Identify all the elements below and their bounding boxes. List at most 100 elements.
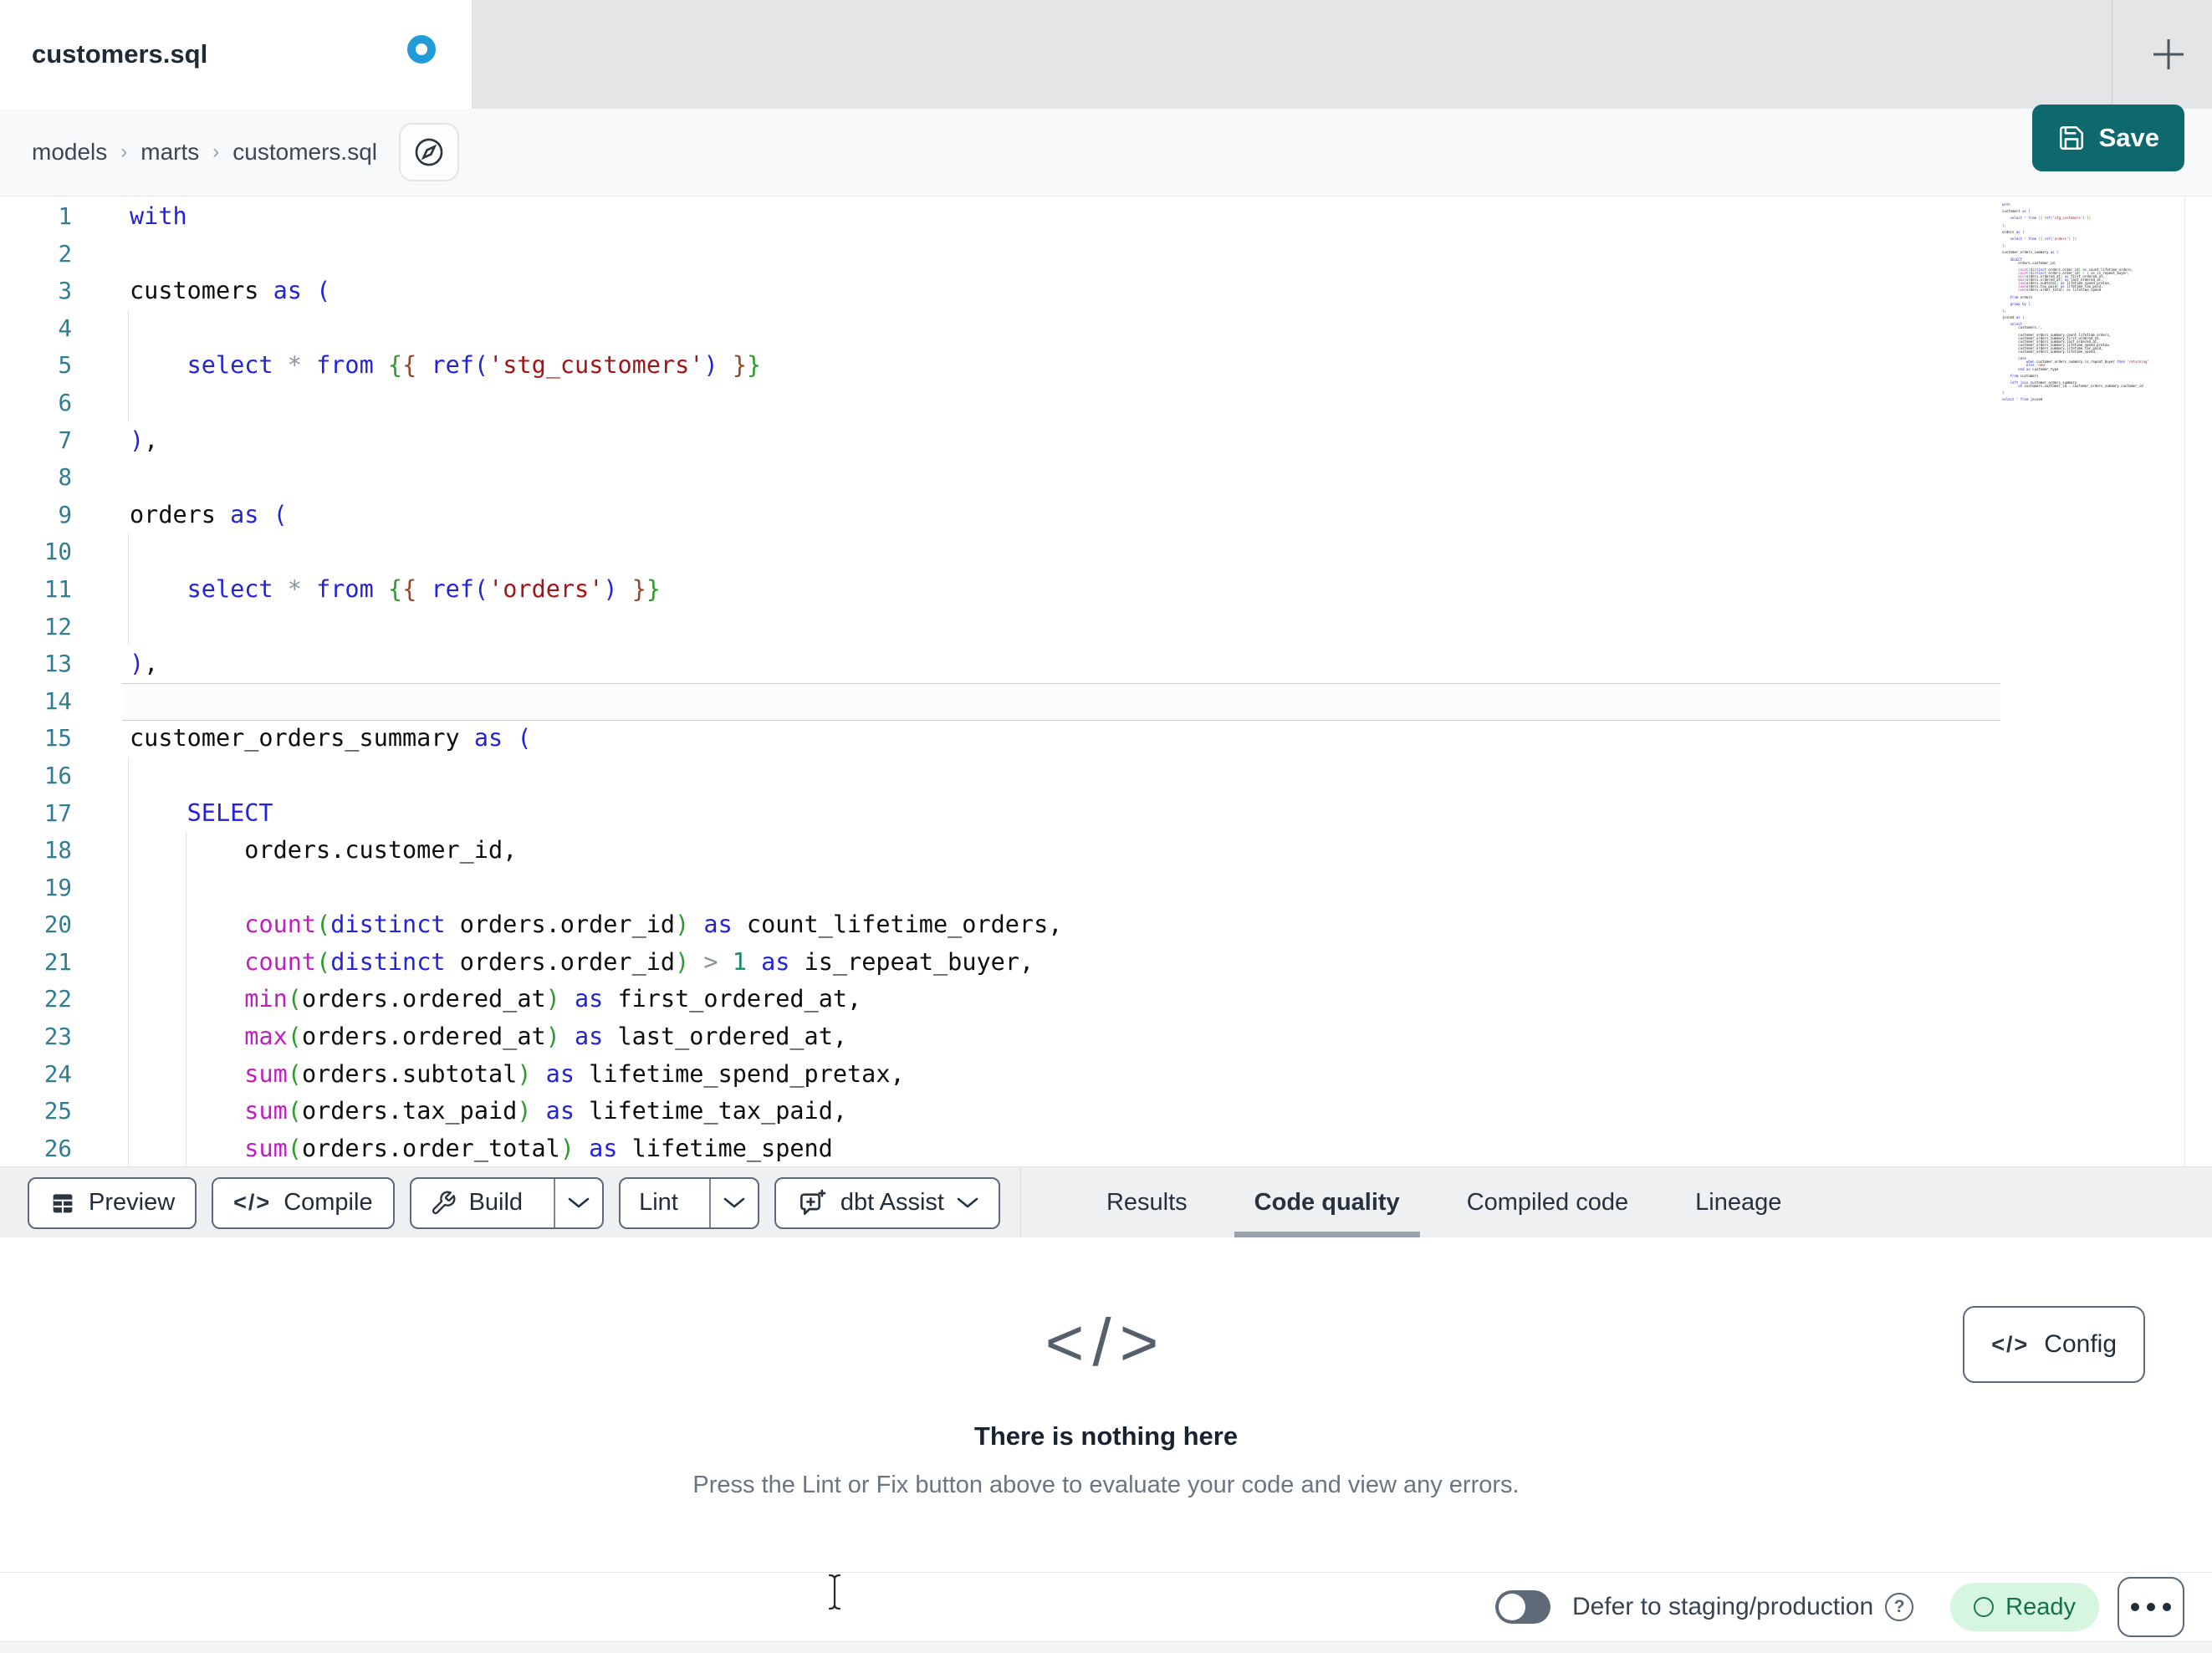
tab-results[interactable]: Results xyxy=(1086,1167,1208,1238)
dbt-assist-label: dbt Assist xyxy=(840,1189,944,1216)
unsaved-changes-indicator-icon xyxy=(407,35,436,64)
line-number: 3 xyxy=(58,278,72,305)
lint-dropdown-button[interactable] xyxy=(708,1178,758,1227)
code-line[interactable]: 2 xyxy=(0,236,2212,273)
preview-button[interactable]: Preview xyxy=(28,1176,197,1229)
toggle-knob xyxy=(1498,1594,1525,1620)
code-line[interactable]: 20 count(distinct orders.order_id) as co… xyxy=(0,906,2212,944)
assist-chat-sparkle-icon xyxy=(799,1189,826,1215)
code-line[interactable]: 7), xyxy=(0,422,2212,460)
editor-tab-customers-sql[interactable]: customers.sql xyxy=(0,0,473,109)
tab-compiled-code[interactable]: Compiled code xyxy=(1447,1167,1648,1238)
breadcrumb-separator: › xyxy=(212,140,220,163)
code-line[interactable]: 1 with xyxy=(0,198,2212,236)
code-line[interactable]: 17 SELECT xyxy=(0,795,2212,833)
code-editor[interactable]: 1 with 2 3 customers as ( 4 5 select * from {{… xyxy=(0,196,2212,1166)
code-line[interactable]: 4 xyxy=(0,310,2212,348)
code-line[interactable]: 19 xyxy=(0,870,2212,907)
navigate-file-button[interactable] xyxy=(398,123,459,181)
chevron-down-icon xyxy=(957,1197,978,1207)
code-line[interactable]: 16 xyxy=(0,758,2212,795)
wrench-icon xyxy=(432,1191,456,1214)
build-dropdown-button[interactable] xyxy=(554,1178,602,1227)
mouse-cursor-ibeam xyxy=(825,1574,845,1610)
breadcrumb-customers-sql[interactable]: customers.sql xyxy=(232,139,377,166)
line-number: 9 xyxy=(58,501,72,528)
line-number: 10 xyxy=(43,538,72,566)
empty-state: </> There is nothing here Press the Lint… xyxy=(0,1237,2212,1499)
code-line[interactable]: 21 count(distinct orders.order_id) > 1 a… xyxy=(0,944,2212,982)
line-number: 4 xyxy=(58,314,72,342)
code-line[interactable]: 5 select * from {{ ref('stg_customers') … xyxy=(0,347,2212,385)
line-number: 2 xyxy=(58,240,72,268)
line-number: 5 xyxy=(58,352,72,380)
dbt-assist-button[interactable]: dbt Assist xyxy=(774,1176,1000,1229)
help-icon[interactable]: ? xyxy=(1885,1593,1914,1621)
code-line[interactable]: 26 sum(orders.order_total) as lifetime_s… xyxy=(0,1130,2212,1166)
code-quality-panel: </> There is nothing here Press the Lint… xyxy=(0,1237,2212,1572)
compile-button[interactable]: </> Compile xyxy=(212,1176,395,1229)
code-line[interactable]: 24 sum(orders.subtotal) as lifetime_spen… xyxy=(0,1056,2212,1094)
save-button[interactable]: Save xyxy=(2031,105,2184,171)
line-number: 21 xyxy=(43,948,72,976)
code-line[interactable]: 9 orders as ( xyxy=(0,497,2212,534)
code-line[interactable]: 23 max(orders.ordered_at) as last_ordere… xyxy=(0,1018,2212,1056)
code-line[interactable]: 10 xyxy=(0,533,2212,571)
line-number: 24 xyxy=(43,1060,72,1088)
tab-title: customers.sql xyxy=(32,39,208,69)
build-button-label: Build xyxy=(468,1189,524,1216)
code-line[interactable]: 11 select * from {{ ref('orders') }} xyxy=(0,571,2212,609)
toolbar-divider xyxy=(1019,1167,1021,1238)
code-line[interactable]: 25 sum(orders.tax_paid) as lifetime_tax_… xyxy=(0,1093,2212,1130)
editor-tab-strip: customers.sql xyxy=(0,0,2212,110)
defer-label: Defer to staging/production xyxy=(1571,1593,1874,1620)
line-number: 26 xyxy=(43,1135,72,1162)
code-brackets-icon: </> xyxy=(233,1190,272,1215)
code-brackets-icon: </> xyxy=(1991,1331,2030,1357)
line-number: 16 xyxy=(43,762,72,789)
more-options-button[interactable] xyxy=(2117,1577,2184,1637)
tab-code-quality[interactable]: Code quality xyxy=(1234,1167,1420,1239)
code-line[interactable]: 18 orders.customer_id, xyxy=(0,832,2212,870)
line-number: 1 xyxy=(58,203,72,230)
empty-state-subtitle: Press the Lint or Fix button above to ev… xyxy=(692,1472,1520,1498)
minimap[interactable]: with customers as ( select * from {{ ref… xyxy=(2002,203,2181,401)
config-button-label: Config xyxy=(2044,1330,2117,1358)
code-line[interactable]: 8 xyxy=(0,459,2212,497)
status-circle-icon xyxy=(1974,1597,1995,1617)
empty-state-title: There is nothing here xyxy=(973,1421,1239,1451)
code-line[interactable]: 3 customers as ( xyxy=(0,273,2212,310)
line-number: 22 xyxy=(43,986,72,1013)
breadcrumb-models[interactable]: models xyxy=(32,139,107,166)
editor-scrollbar-track[interactable] xyxy=(2184,196,2212,1166)
code-line[interactable]: 12 xyxy=(0,609,2212,646)
dbt-ide-window: customers.sql models › marts › customers… xyxy=(0,0,2212,1653)
code-line[interactable]: 14 xyxy=(0,683,2212,721)
code-line[interactable]: 22 min(orders.ordered_at) as first_order… xyxy=(0,981,2212,1018)
line-number: 14 xyxy=(43,687,72,715)
config-button[interactable]: </> Config xyxy=(1963,1306,2145,1383)
status-bar: Defer to staging/production ? Ready xyxy=(0,1572,2212,1641)
build-button[interactable]: Build xyxy=(411,1179,542,1227)
code-brackets-icon: </> xyxy=(1045,1305,1167,1380)
line-number: 25 xyxy=(43,1098,72,1125)
line-number: 17 xyxy=(43,799,72,827)
code-line[interactable]: 6 xyxy=(0,385,2212,422)
line-number: 18 xyxy=(43,837,72,865)
new-tab-button[interactable] xyxy=(2124,0,2212,109)
code-line[interactable]: 15 customer_orders_summary as ( xyxy=(0,720,2212,758)
defer-toggle[interactable] xyxy=(1494,1590,1550,1624)
status-ready-badge: Ready xyxy=(1950,1583,2099,1631)
lint-button[interactable]: Lint xyxy=(621,1179,697,1227)
preview-button-label: Preview xyxy=(89,1189,176,1216)
tab-lineage[interactable]: Lineage xyxy=(1675,1167,1801,1238)
build-split-button: Build xyxy=(409,1176,605,1229)
breadcrumb-marts[interactable]: marts xyxy=(140,139,199,166)
code-line[interactable]: 13), xyxy=(0,645,2212,683)
line-number: 11 xyxy=(43,575,72,603)
ellipsis-icon xyxy=(2131,1603,2139,1611)
chevron-down-icon xyxy=(723,1197,745,1207)
line-number: 8 xyxy=(58,464,72,492)
line-number: 7 xyxy=(58,426,72,454)
ellipsis-icon xyxy=(2163,1603,2171,1611)
